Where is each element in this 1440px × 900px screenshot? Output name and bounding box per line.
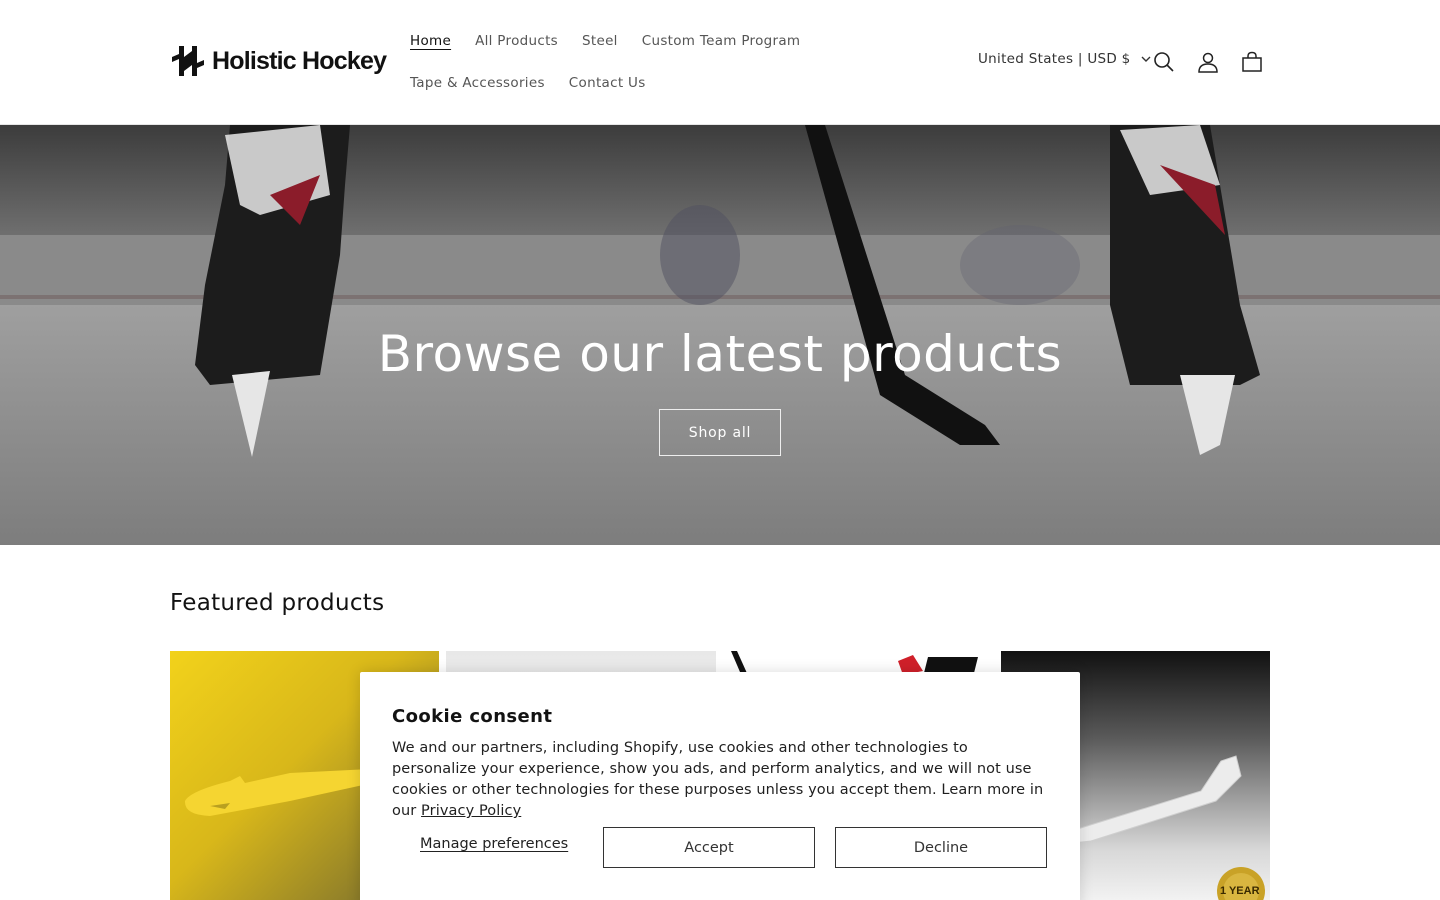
nav-item-all-products[interactable]: All Products [463,20,570,62]
search-button[interactable] [1150,48,1178,76]
hero-banner: Browse our latest products Shop all [0,125,1440,545]
warranty-badge: 1 YEAR [1220,885,1260,897]
decline-button[interactable]: Decline [835,827,1047,868]
cart-icon [1242,51,1262,72]
privacy-policy-link[interactable]: Privacy Policy [421,803,521,819]
locale-label: United States | USD $ [978,51,1131,67]
manage-preferences-link[interactable]: Manage preferences [420,836,568,852]
site-header: Holistic Hockey Home All Products Steel … [0,0,1440,125]
cookie-consent-dialog: Cookie consent We and our partners, incl… [360,672,1080,900]
cookie-body: We and our partners, including Shopify, … [392,738,1052,822]
cart-button[interactable] [1238,48,1266,76]
nav-item-contact-us[interactable]: Contact Us [557,62,658,104]
nav-item-custom-team-program[interactable]: Custom Team Program [630,20,813,62]
brand-name: Holistic Hockey [212,46,387,75]
account-button[interactable] [1194,48,1222,76]
locale-selector[interactable]: United States | USD $ [978,51,1151,67]
featured-products-title: Featured products [170,590,385,616]
accept-button[interactable]: Accept [603,827,815,868]
logo[interactable]: Holistic Hockey [170,43,387,79]
nav-item-steel[interactable]: Steel [570,20,630,62]
account-icon [1198,52,1218,73]
nav-item-home[interactable]: Home [398,20,463,62]
shop-all-button[interactable]: Shop all [659,409,781,456]
nav-item-tape-accessories[interactable]: Tape & Accessories [398,62,557,104]
logo-mark-icon [172,46,204,76]
search-icon [1154,52,1174,72]
hero-title: Browse our latest products [377,325,1063,383]
main-nav: Home All Products Steel Custom Team Prog… [398,20,958,104]
cookie-title: Cookie consent [392,706,553,727]
